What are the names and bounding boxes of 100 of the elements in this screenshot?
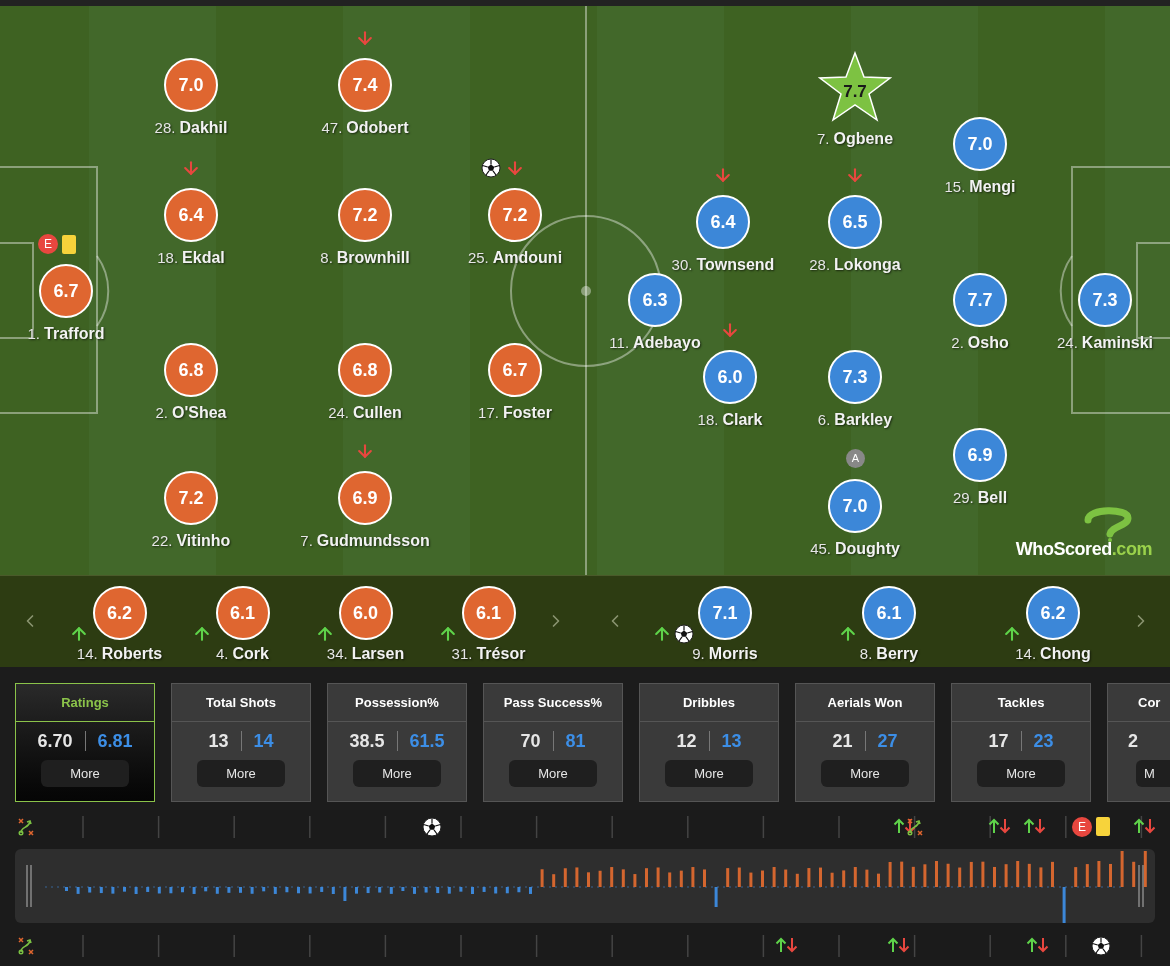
more-button[interactable]: More <box>197 760 285 787</box>
player-name: Brownhill <box>336 248 410 268</box>
arrow-down-icon <box>505 158 525 178</box>
player-number: 7. <box>816 129 830 149</box>
player-name: Trésor <box>476 644 526 664</box>
player-number: 30. <box>671 255 693 275</box>
player-name: Roberts <box>101 644 163 664</box>
question-mark-logo-icon <box>1082 506 1134 542</box>
player-number: 34. <box>326 644 348 664</box>
player-name: Gudmundsson <box>316 531 430 551</box>
error-marker: E <box>1072 817 1092 837</box>
player-name: Adebayo <box>633 333 701 353</box>
player-name: O'Shea <box>172 403 227 423</box>
player-number: 11. <box>609 333 630 353</box>
away-value: 81 <box>565 729 586 753</box>
rating-badge: 6.1 <box>461 586 516 640</box>
player-number: 8. <box>859 644 873 664</box>
substitution-icon <box>775 936 799 954</box>
player-name: Odobert <box>346 118 409 138</box>
player-number: 28. <box>154 118 176 138</box>
player-number: 7. <box>300 531 313 551</box>
stat-title: Total Shots <box>206 693 276 712</box>
more-button[interactable]: More <box>509 760 597 787</box>
substitution-icon <box>1023 817 1047 835</box>
player-name: Chong <box>1040 644 1091 664</box>
player-number: 28. <box>809 255 831 275</box>
more-button[interactable]: More <box>821 760 909 787</box>
right-handle-icon[interactable] <box>1138 864 1144 908</box>
stat-card[interactable]: Cor 2 M <box>1107 683 1170 802</box>
player-name: Townsend <box>696 255 775 275</box>
player-name: Bell <box>977 488 1008 508</box>
player-number: 8. <box>320 248 333 268</box>
more-button[interactable]: M <box>1136 760 1170 787</box>
rating-badge: 6.1 <box>862 586 916 640</box>
booking-card-icon <box>1096 817 1110 836</box>
tactics-icon <box>905 817 925 837</box>
left-handle-icon[interactable] <box>26 864 32 908</box>
player-name: Clark <box>722 410 763 430</box>
stat-card[interactable]: Total Shots 13 14 More <box>171 683 311 802</box>
player-number: 31. <box>451 644 473 664</box>
home-value: 17 <box>988 729 1009 753</box>
more-button[interactable]: More <box>353 760 441 787</box>
home-value: 21 <box>832 729 853 753</box>
player-number: 18. <box>157 248 179 268</box>
away-value: 13 <box>721 729 742 753</box>
stat-title: Ratings <box>61 693 109 712</box>
away-value: 61.5 <box>409 729 445 753</box>
rating-badge: 6.1 <box>215 586 270 640</box>
more-button[interactable]: More <box>41 760 129 787</box>
logo-text: WhoScored.com <box>1015 538 1152 561</box>
stat-card[interactable]: Tackles 17 23 More <box>951 683 1091 802</box>
stat-title: Tackles <box>997 693 1045 712</box>
player-name: Barkley <box>834 410 893 430</box>
stat-card[interactable]: Pass Success% 70 81 More <box>483 683 623 802</box>
player-name: Ekdal <box>182 248 225 268</box>
substitution-icon <box>1026 936 1050 954</box>
stat-title: Possession% <box>355 693 439 712</box>
player-number: 47. <box>321 118 343 138</box>
rating-badge: 6.2 <box>92 586 147 640</box>
player-name: Foster <box>502 403 552 423</box>
player-name: Berry <box>876 644 919 664</box>
player-name: Mengi <box>969 177 1016 197</box>
player-name: Ogbene <box>833 129 894 149</box>
stat-card[interactable]: Ratings 6.70 6.81 More <box>15 683 155 802</box>
rating-text: 7.7 <box>842 81 868 103</box>
rating-badge: 7.1 <box>698 586 752 640</box>
player-number: 18. <box>697 410 719 430</box>
stat-card[interactable]: Aerials Won 21 27 More <box>795 683 935 802</box>
player-number: 14. <box>76 644 98 664</box>
arrow-down-icon <box>181 158 201 178</box>
player-name: Amdouni <box>492 248 563 268</box>
substitution-icon <box>988 817 1012 835</box>
arrow-down-icon <box>355 441 375 461</box>
football-icon <box>674 624 694 644</box>
player-number: 24. <box>328 403 349 423</box>
player-number: 2. <box>951 333 964 353</box>
stat-card[interactable]: Dribbles 12 13 More <box>639 683 779 802</box>
player-name: Doughty <box>835 539 900 559</box>
player-number: 15. <box>944 177 966 197</box>
tactics-icon <box>16 936 36 956</box>
stat-card[interactable]: Possession% 38.5 61.5 More <box>327 683 467 802</box>
substitution-icon <box>1133 817 1157 835</box>
player-number: 1. <box>27 324 41 344</box>
more-button[interactable]: More <box>665 760 753 787</box>
player-number: 14. <box>1015 644 1037 664</box>
player-number: 45. <box>810 539 831 559</box>
player-number: 6. <box>817 410 831 430</box>
player-name: Cullen <box>353 403 402 423</box>
more-button[interactable]: More <box>977 760 1065 787</box>
stat-title: Pass Success% <box>503 693 603 712</box>
player-name: Vitinho <box>176 531 231 551</box>
football-icon <box>481 158 501 178</box>
away-value: 23 <box>1033 729 1054 753</box>
stat-title: Cor <box>1138 693 1161 712</box>
substitution-icon <box>893 817 917 835</box>
player-name: Trafford <box>44 324 105 344</box>
player-name: Dakhil <box>179 118 228 138</box>
home-value: 6.70 <box>37 729 73 753</box>
rating-badge: 6.2 <box>1026 586 1080 640</box>
player-name: Osho <box>967 333 1009 353</box>
